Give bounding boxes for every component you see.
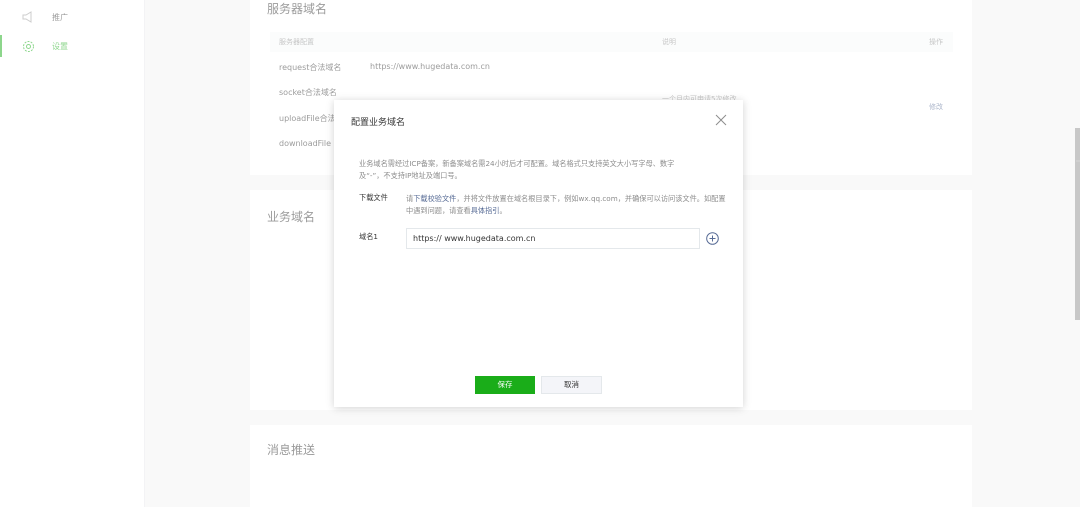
download-instructions: 请下载校验文件，并将文件放置在域名根目录下，例如wx.qq.com，并确保可以访… — [406, 193, 726, 217]
add-domain-icon[interactable] — [706, 232, 719, 245]
dialog-description: 业务域名需经过ICP备案，新备案域名需24小时后才可配置。域名格式只支持英文大小… — [359, 158, 719, 182]
scroll-marker — [1076, 160, 1080, 162]
download-text: 。 — [499, 206, 507, 215]
domain-input[interactable] — [406, 228, 700, 249]
scrollbar[interactable] — [1075, 128, 1080, 320]
description-line: 业务域名需经过ICP备案，新备案域名需24小时后才可配置。域名格式只支持英文大小… — [359, 159, 675, 168]
save-button[interactable]: 保存 — [475, 376, 535, 394]
download-verification-file-link[interactable]: 下载校验文件 — [413, 194, 456, 203]
download-file-label: 下载文件 — [359, 193, 388, 202]
close-icon[interactable] — [714, 113, 728, 127]
domain-label: 域名1 — [359, 232, 378, 241]
cancel-button[interactable]: 取消 — [541, 376, 602, 394]
description-line: 及“-”，不支持IP地址及端口号。 — [359, 171, 462, 180]
configure-business-domain-dialog: 配置业务域名 业务域名需经过ICP备案，新备案域名需24小时后才可配置。域名格式… — [334, 100, 743, 407]
guide-link[interactable]: 具体指引 — [471, 206, 500, 215]
dialog-title: 配置业务域名 — [351, 118, 406, 128]
